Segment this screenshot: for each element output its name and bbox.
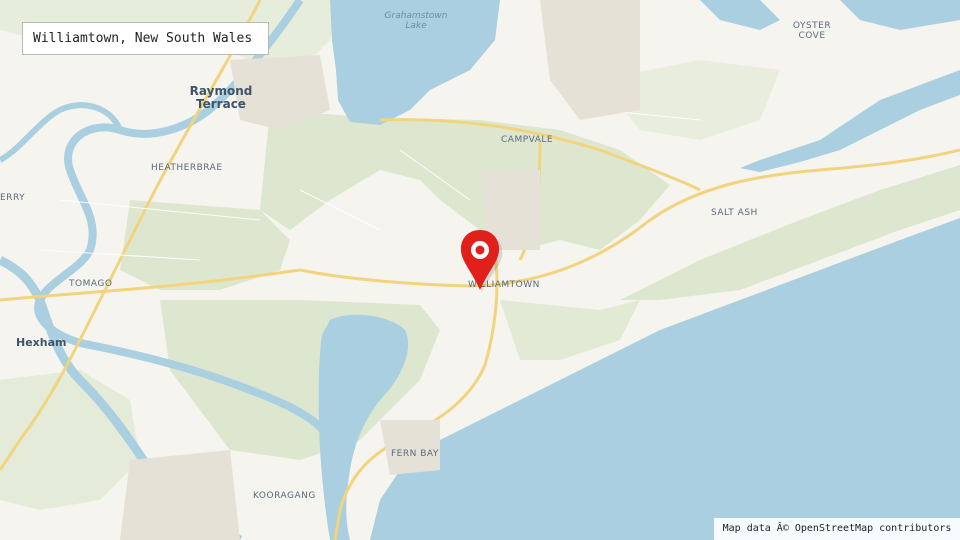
map-pin-icon[interactable] — [458, 226, 504, 296]
label-hexham: Hexham — [16, 336, 67, 349]
label-tomago: TOMAGO — [69, 279, 113, 289]
map-attribution[interactable]: Map data Â© OpenStreetMap contributors — [714, 518, 960, 540]
label-grahamstown-lake: Grahamstown Lake — [384, 11, 448, 31]
label-ferry: ERRY — [0, 193, 26, 203]
label-raymond-terrace: Raymond Terrace — [189, 84, 253, 111]
map-pin-body — [460, 230, 500, 290]
location-title-box: Williamtown, New South Wales — [22, 22, 269, 55]
label-campvale: CAMPVALE — [501, 135, 554, 145]
label-oyster-cove: OYSTER COVE — [792, 21, 832, 41]
label-fern-bay: FERN BAY — [391, 449, 439, 459]
label-heatherbrae: HEATHERBRAE — [151, 163, 223, 173]
map-canvas[interactable]: Grahamstown Lake OYSTER COVE Raymond Ter… — [0, 0, 960, 540]
label-salt-ash: SALT ASH — [711, 208, 758, 218]
map-pin-dot — [475, 245, 485, 255]
label-kooragang: KOORAGANG — [253, 491, 316, 501]
